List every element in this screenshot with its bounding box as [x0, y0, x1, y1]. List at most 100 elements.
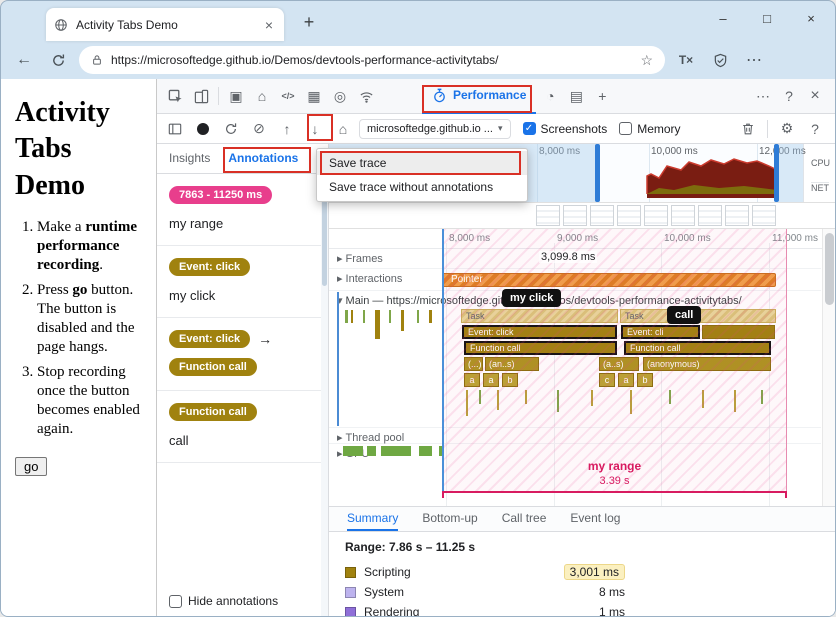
browser-tab[interactable]: Activity Tabs Demo × [46, 8, 284, 41]
screenshot-thumbnail[interactable] [536, 205, 560, 226]
panel-icon[interactable]: ▣ [224, 83, 248, 109]
details-tab-bottom-up[interactable]: Bottom-up [422, 507, 477, 531]
webpage: Activity Tabs Demo Make a runtime perfor… [1, 79, 157, 617]
devtools-help-icon[interactable]: ? [777, 83, 801, 109]
devtools-more-icon[interactable]: ⋯ [751, 83, 775, 109]
browser-essentials-icon[interactable] [707, 47, 733, 73]
panel-tab-annotations[interactable]: Annotations [228, 144, 298, 173]
range-annotation-overlay[interactable] [442, 229, 787, 491]
back-button[interactable]: ← [11, 47, 37, 73]
legend-swatch [345, 607, 356, 617]
inspect-icon[interactable] [163, 83, 187, 109]
screenshot-thumbnail[interactable] [725, 205, 749, 226]
memory-toggle[interactable]: Memory [619, 122, 680, 136]
minimize-button[interactable]: – [701, 1, 745, 35]
tab-title: Activity Tabs Demo [76, 18, 254, 32]
annotation-badge-row: Event: click [169, 258, 316, 276]
annotations-sidebar: Insights Annotations 7863 - 11250 msmy ra… [157, 144, 329, 617]
details-tab-event-log[interactable]: Event log [570, 507, 620, 531]
reload-icon [51, 53, 66, 68]
maximize-button[interactable]: □ [745, 1, 789, 35]
details-tab-call-tree[interactable]: Call tree [502, 507, 547, 531]
upload-profile-icon[interactable]: ↑ [275, 116, 299, 142]
screenshot-thumbnail[interactable] [563, 205, 587, 226]
menu-item-save-trace-without-annotations[interactable]: Save trace without annotations [317, 175, 527, 199]
memory-panel-icon[interactable]: ◔ [538, 83, 562, 109]
screenshots-checkbox[interactable] [523, 122, 536, 135]
close-button[interactable]: × [789, 1, 833, 35]
toggle-sidebar-icon[interactable] [163, 116, 187, 142]
memory-checkbox[interactable] [619, 122, 632, 135]
flame-scrollbar-thumb[interactable] [825, 233, 834, 305]
annotation-item[interactable]: Event: click→Function call [157, 318, 328, 391]
live-metrics-home-icon[interactable]: ⌂ [331, 116, 355, 142]
record-and-reload-icon[interactable] [219, 116, 243, 142]
entry-label-annotation[interactable]: call [667, 306, 701, 324]
instruction-text: . [99, 257, 103, 273]
flame-mark [363, 310, 365, 323]
application-panel-icon[interactable]: ▤ [564, 83, 588, 109]
screenshot-thumbnail[interactable] [671, 205, 695, 226]
url-bar[interactable]: https://microsoftedge.github.io/Demos/de… [79, 46, 665, 74]
read-aloud-icon[interactable]: T× [673, 47, 699, 73]
download-profile-icon[interactable]: ↓ [303, 116, 327, 142]
flame-scrollbar[interactable] [822, 229, 835, 506]
instruction-step: Stop recording once the button becomes e… [37, 363, 142, 438]
annotation-item[interactable]: 7863 - 11250 msmy range [157, 174, 328, 246]
screenshot-thumbnail[interactable] [590, 205, 614, 226]
gc-trash-icon[interactable] [736, 116, 760, 142]
disclosure-triangle-icon[interactable]: ▸ [337, 273, 343, 285]
go-button[interactable]: go [15, 457, 47, 476]
disclosure-triangle-icon[interactable]: ▸ [337, 432, 343, 444]
capture-settings-gear-icon[interactable]: ⚙ [775, 116, 799, 142]
sources-panel-icon[interactable]: </> [276, 83, 300, 109]
new-tab-button[interactable]: + [297, 12, 321, 33]
disclosure-triangle-icon[interactable]: ▸ [337, 448, 343, 460]
reload-button[interactable] [45, 47, 71, 73]
clear-icon[interactable]: ⊘ [247, 116, 271, 142]
record-icon [197, 123, 209, 135]
screenshot-thumbnail[interactable] [617, 205, 641, 226]
favorite-star-icon[interactable]: ☆ [640, 52, 653, 69]
panel-tab-insights[interactable]: Insights [169, 144, 210, 173]
perf-help-icon[interactable]: ? [803, 116, 827, 142]
hide-annotations-toggle[interactable]: Hide annotations [169, 594, 278, 608]
settings-more-icon[interactable]: ⋯ [741, 47, 767, 73]
device-toolbar-icon[interactable] [189, 83, 213, 109]
tab-close-icon[interactable]: × [262, 17, 276, 33]
annotation-item[interactable]: Function callcall [157, 391, 328, 463]
more-panels-icon[interactable]: + [590, 83, 614, 109]
entry-label-annotation[interactable]: my click [502, 289, 561, 307]
home-panel-icon[interactable]: ⌂ [250, 83, 274, 109]
screenshot-thumbnail[interactable] [644, 205, 668, 226]
flame-mark [417, 310, 419, 323]
gpu-activity-bar [381, 446, 411, 456]
devtools-close-icon[interactable]: × [803, 83, 827, 109]
cpu-label: CPU [811, 158, 830, 168]
screenshot-thumbnail[interactable] [752, 205, 776, 226]
track-thread-pool-label: Thread pool [346, 432, 405, 444]
flame-mark [429, 310, 432, 323]
disclosure-triangle-icon[interactable]: ▸ [337, 253, 343, 265]
details-tab-summary[interactable]: Summary [347, 507, 398, 531]
hide-annotations-checkbox[interactable] [169, 595, 182, 608]
sidebar-scrollbar[interactable] [321, 174, 328, 617]
console-panel-icon[interactable]: ◎ [328, 83, 352, 109]
annotation-item[interactable]: Event: clickmy click [157, 246, 328, 318]
origin-select-value: microsoftedge.github.io ... [367, 123, 493, 135]
legend-row: Rendering1 ms [345, 602, 625, 617]
screenshot-thumbnail[interactable] [698, 205, 722, 226]
flame-mark [351, 310, 353, 323]
screenshots-toggle[interactable]: Screenshots [523, 122, 608, 136]
menu-item-save-trace[interactable]: Save trace [317, 151, 527, 175]
tab-performance[interactable]: Performance [422, 79, 536, 114]
instruction-text: Make a [37, 219, 85, 235]
record-button[interactable] [191, 116, 215, 142]
minimap-handle-right[interactable] [774, 144, 779, 202]
network-panel-icon[interactable] [354, 83, 378, 109]
origin-select[interactable]: microsoftedge.github.io ... ▾ [359, 119, 511, 139]
flame-chart[interactable]: 8,000 ms9,000 ms10,000 ms11,000 ms ▸Fram… [329, 229, 835, 506]
minimap-handle-left[interactable] [595, 144, 600, 202]
elements-panel-icon[interactable]: ▦ [302, 83, 326, 109]
track-interactions-label: Interactions [346, 273, 403, 285]
